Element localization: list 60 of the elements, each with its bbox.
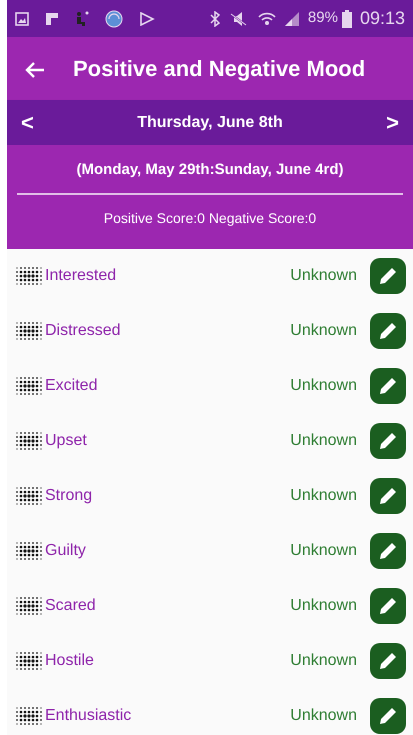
mood-value: Unknown [290, 706, 357, 726]
dot-grid-icon [15, 321, 43, 341]
clock: 09:13 [360, 7, 405, 30]
dot-grid-icon [15, 266, 43, 286]
dot-grid-icon [15, 431, 43, 451]
mood-value: Unknown [290, 541, 357, 561]
screen-title: Positive and Negative Mood [73, 55, 366, 83]
pencil-icon [377, 430, 399, 452]
mood-value: Unknown [290, 266, 357, 286]
back-arrow-icon [25, 60, 45, 79]
image-icon [15, 12, 29, 26]
mood-value: Unknown [290, 431, 357, 451]
wifi-icon [258, 10, 276, 26]
mood-label: Guilty [45, 541, 86, 561]
dot-grid-icon [15, 596, 43, 616]
bluetooth-icon [210, 10, 220, 26]
edit-button[interactable] [370, 698, 406, 734]
pencil-icon [377, 485, 399, 507]
dot-grid-icon [15, 376, 43, 396]
date-range: (Monday, May 29th:Sunday, June 4rd) [17, 159, 403, 194]
dot-grid-icon [15, 486, 43, 506]
edit-button[interactable] [370, 313, 406, 349]
pencil-icon [377, 265, 399, 287]
signal-icon [284, 10, 300, 26]
mood-label: Excited [45, 376, 98, 396]
mood-value: Unknown [290, 321, 357, 341]
dot-grid-icon [15, 541, 43, 561]
pencil-icon [377, 595, 399, 617]
mood-label: Hostile [45, 651, 94, 671]
mood-label: Distressed [45, 321, 121, 341]
edit-button[interactable] [370, 643, 406, 679]
mood-label: Upset [45, 431, 87, 451]
edit-button[interactable] [370, 478, 406, 514]
date-label: Thursday, June 8th [136, 112, 284, 132]
edit-button[interactable] [370, 368, 406, 404]
pencil-icon [377, 540, 399, 562]
play-icon [139, 12, 155, 26]
mood-label: Strong [45, 486, 92, 506]
score-summary: Positive Score:0 Negative Score:0 [102, 208, 318, 228]
dot-grid-icon [15, 706, 43, 726]
next-day-button[interactable]: > [382, 112, 403, 134]
edit-button[interactable] [370, 533, 406, 569]
dot-grid-icon [15, 651, 43, 671]
battery-percent: 89% [308, 8, 338, 28]
previous-day-button[interactable]: < [17, 112, 38, 134]
mood-value: Unknown [290, 486, 357, 506]
pencil-icon [377, 705, 399, 727]
battery-icon [342, 10, 352, 28]
mood-value: Unknown [290, 376, 357, 396]
edit-button[interactable] [370, 258, 406, 294]
pencil-icon [377, 375, 399, 397]
mood-label: Enthusiastic [45, 706, 132, 726]
mood-value: Unknown [290, 651, 357, 671]
edit-button[interactable] [370, 588, 406, 624]
mood-label: Interested [45, 266, 116, 286]
pencil-icon [377, 320, 399, 342]
pencil-icon [377, 650, 399, 672]
edit-button[interactable] [370, 423, 406, 459]
mood-label: Scared [45, 596, 96, 616]
mood-value: Unknown [290, 596, 357, 616]
